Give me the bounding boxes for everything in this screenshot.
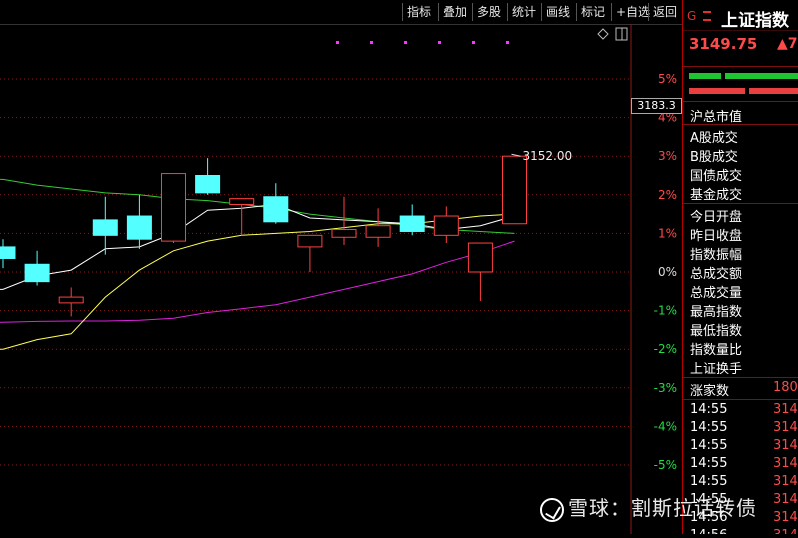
- y-tick-label: -4%: [654, 419, 677, 433]
- tick-time: 14:55: [690, 438, 728, 453]
- multi-stock-button[interactable]: 多股: [472, 3, 505, 21]
- y-tick-label: 3%: [658, 149, 677, 163]
- down-ratio-bar-2: [749, 88, 798, 94]
- row-lowest: 最低指数: [690, 324, 743, 339]
- y-tick-label: 1%: [658, 226, 677, 240]
- high-annotation-label: 3152.00: [523, 149, 573, 163]
- signal-dots: [336, 41, 509, 44]
- y-tick-label: -2%: [654, 342, 677, 356]
- tick-price: 314: [773, 474, 798, 489]
- tick-time: 14:55: [690, 402, 728, 417]
- row-total-market-value: 沪总市值: [690, 110, 743, 125]
- candle[interactable]: [433, 206, 459, 244]
- tick-time: 14:55: [690, 474, 728, 489]
- index-price: 3149.75: [689, 35, 758, 53]
- row-total-amount: 总成交额: [690, 267, 743, 282]
- xueqiu-logo-icon: [540, 497, 564, 522]
- back-button[interactable]: 返回: [648, 3, 681, 21]
- watermark: 雪球：割斯拉话转债: [540, 492, 757, 522]
- y-tick-label: -1%: [654, 304, 677, 318]
- row-volume-ratio: 指数量比: [690, 343, 743, 358]
- candle[interactable]: [229, 198, 255, 236]
- index-title: 上证指数: [721, 11, 789, 31]
- statistics-button[interactable]: 统计: [507, 3, 540, 21]
- up-count-value: 1807: [773, 380, 798, 395]
- g-mark: G: [687, 9, 697, 23]
- tick-price: 314: [773, 456, 798, 471]
- y-tick-label: 0%: [658, 265, 677, 279]
- row-bond-volume: 国债成交: [690, 169, 743, 184]
- draw-line-button[interactable]: 画线: [541, 3, 574, 21]
- row-a-share-volume: A股成交: [690, 131, 738, 146]
- panel-toggle-icon[interactable]: [615, 27, 628, 41]
- menu-lines-icon[interactable]: [703, 11, 711, 21]
- tick-price: 314: [773, 510, 798, 525]
- down-ratio-bar: [689, 88, 745, 94]
- candle[interactable]: [263, 183, 289, 224]
- row-b-share-volume: B股成交: [690, 150, 738, 165]
- candle[interactable]: [24, 250, 50, 286]
- y-tick-label: -5%: [654, 458, 677, 472]
- diamond-icon[interactable]: [597, 28, 609, 40]
- up-ratio-bar-2: [725, 73, 798, 79]
- candle[interactable]: [297, 234, 323, 272]
- index-change: ▲7: [777, 36, 798, 52]
- tick-price: 314: [773, 402, 798, 417]
- candle[interactable]: [161, 173, 186, 244]
- ma-magenta-line: [0, 240, 515, 323]
- quote-panel: G 上证指数 3149.75 ▲7 沪总市值 A股成交 B股成交 国债成交 基金…: [682, 0, 798, 534]
- row-total-volume: 总成交量: [690, 286, 743, 301]
- y-tick-label: 2%: [658, 188, 677, 202]
- tick-time: 14:55: [690, 456, 728, 471]
- candle[interactable]: [502, 155, 527, 225]
- y-tick-label: 5%: [658, 72, 677, 86]
- tick-price: 314: [773, 492, 798, 507]
- tick-price: 314: [773, 438, 798, 453]
- tick-price: 314: [773, 528, 798, 534]
- candle[interactable]: [126, 194, 152, 249]
- row-fund-volume: 基金成交: [690, 188, 743, 203]
- row-turnover: 上证换手: [690, 362, 743, 377]
- up-count-label: 涨家数: [690, 384, 730, 399]
- up-ratio-bar: [689, 73, 721, 79]
- candle[interactable]: [365, 208, 391, 247]
- y-tick-label: -3%: [654, 381, 677, 395]
- candle[interactable]: [92, 196, 118, 255]
- indicator-button[interactable]: 指标: [402, 3, 435, 21]
- tick-time: 14:55: [690, 420, 728, 435]
- candle[interactable]: [195, 158, 221, 195]
- mark-button[interactable]: 标记: [576, 3, 609, 21]
- overlay-button[interactable]: 叠加: [438, 3, 471, 21]
- chart-canvas: 5%4%3%2%1%0%-1%-2%-3%-4%-5%3152.00: [0, 24, 677, 534]
- row-highest: 最高指数: [690, 305, 743, 320]
- chart-toolbar: 指标 叠加 多股 统计 画线 标记 +自选 返回: [0, 0, 682, 25]
- candle[interactable]: [399, 204, 425, 236]
- tick-price: 314: [773, 420, 798, 435]
- candle[interactable]: [467, 242, 493, 301]
- price-box: 3183.3: [631, 98, 682, 114]
- row-today-open: 今日开盘: [690, 210, 743, 225]
- candle[interactable]: [0, 239, 16, 269]
- row-prev-close: 昨日收盘: [690, 229, 743, 244]
- tick-time: 14:56: [690, 528, 727, 534]
- candle[interactable]: [58, 287, 84, 317]
- row-amplitude: 指数振幅: [690, 248, 743, 263]
- candlestick-chart[interactable]: 5% 4% 3% 2% 1% 0% -1% -2% -3% -4% -5% 3152.00 3183.…: [0, 24, 682, 534]
